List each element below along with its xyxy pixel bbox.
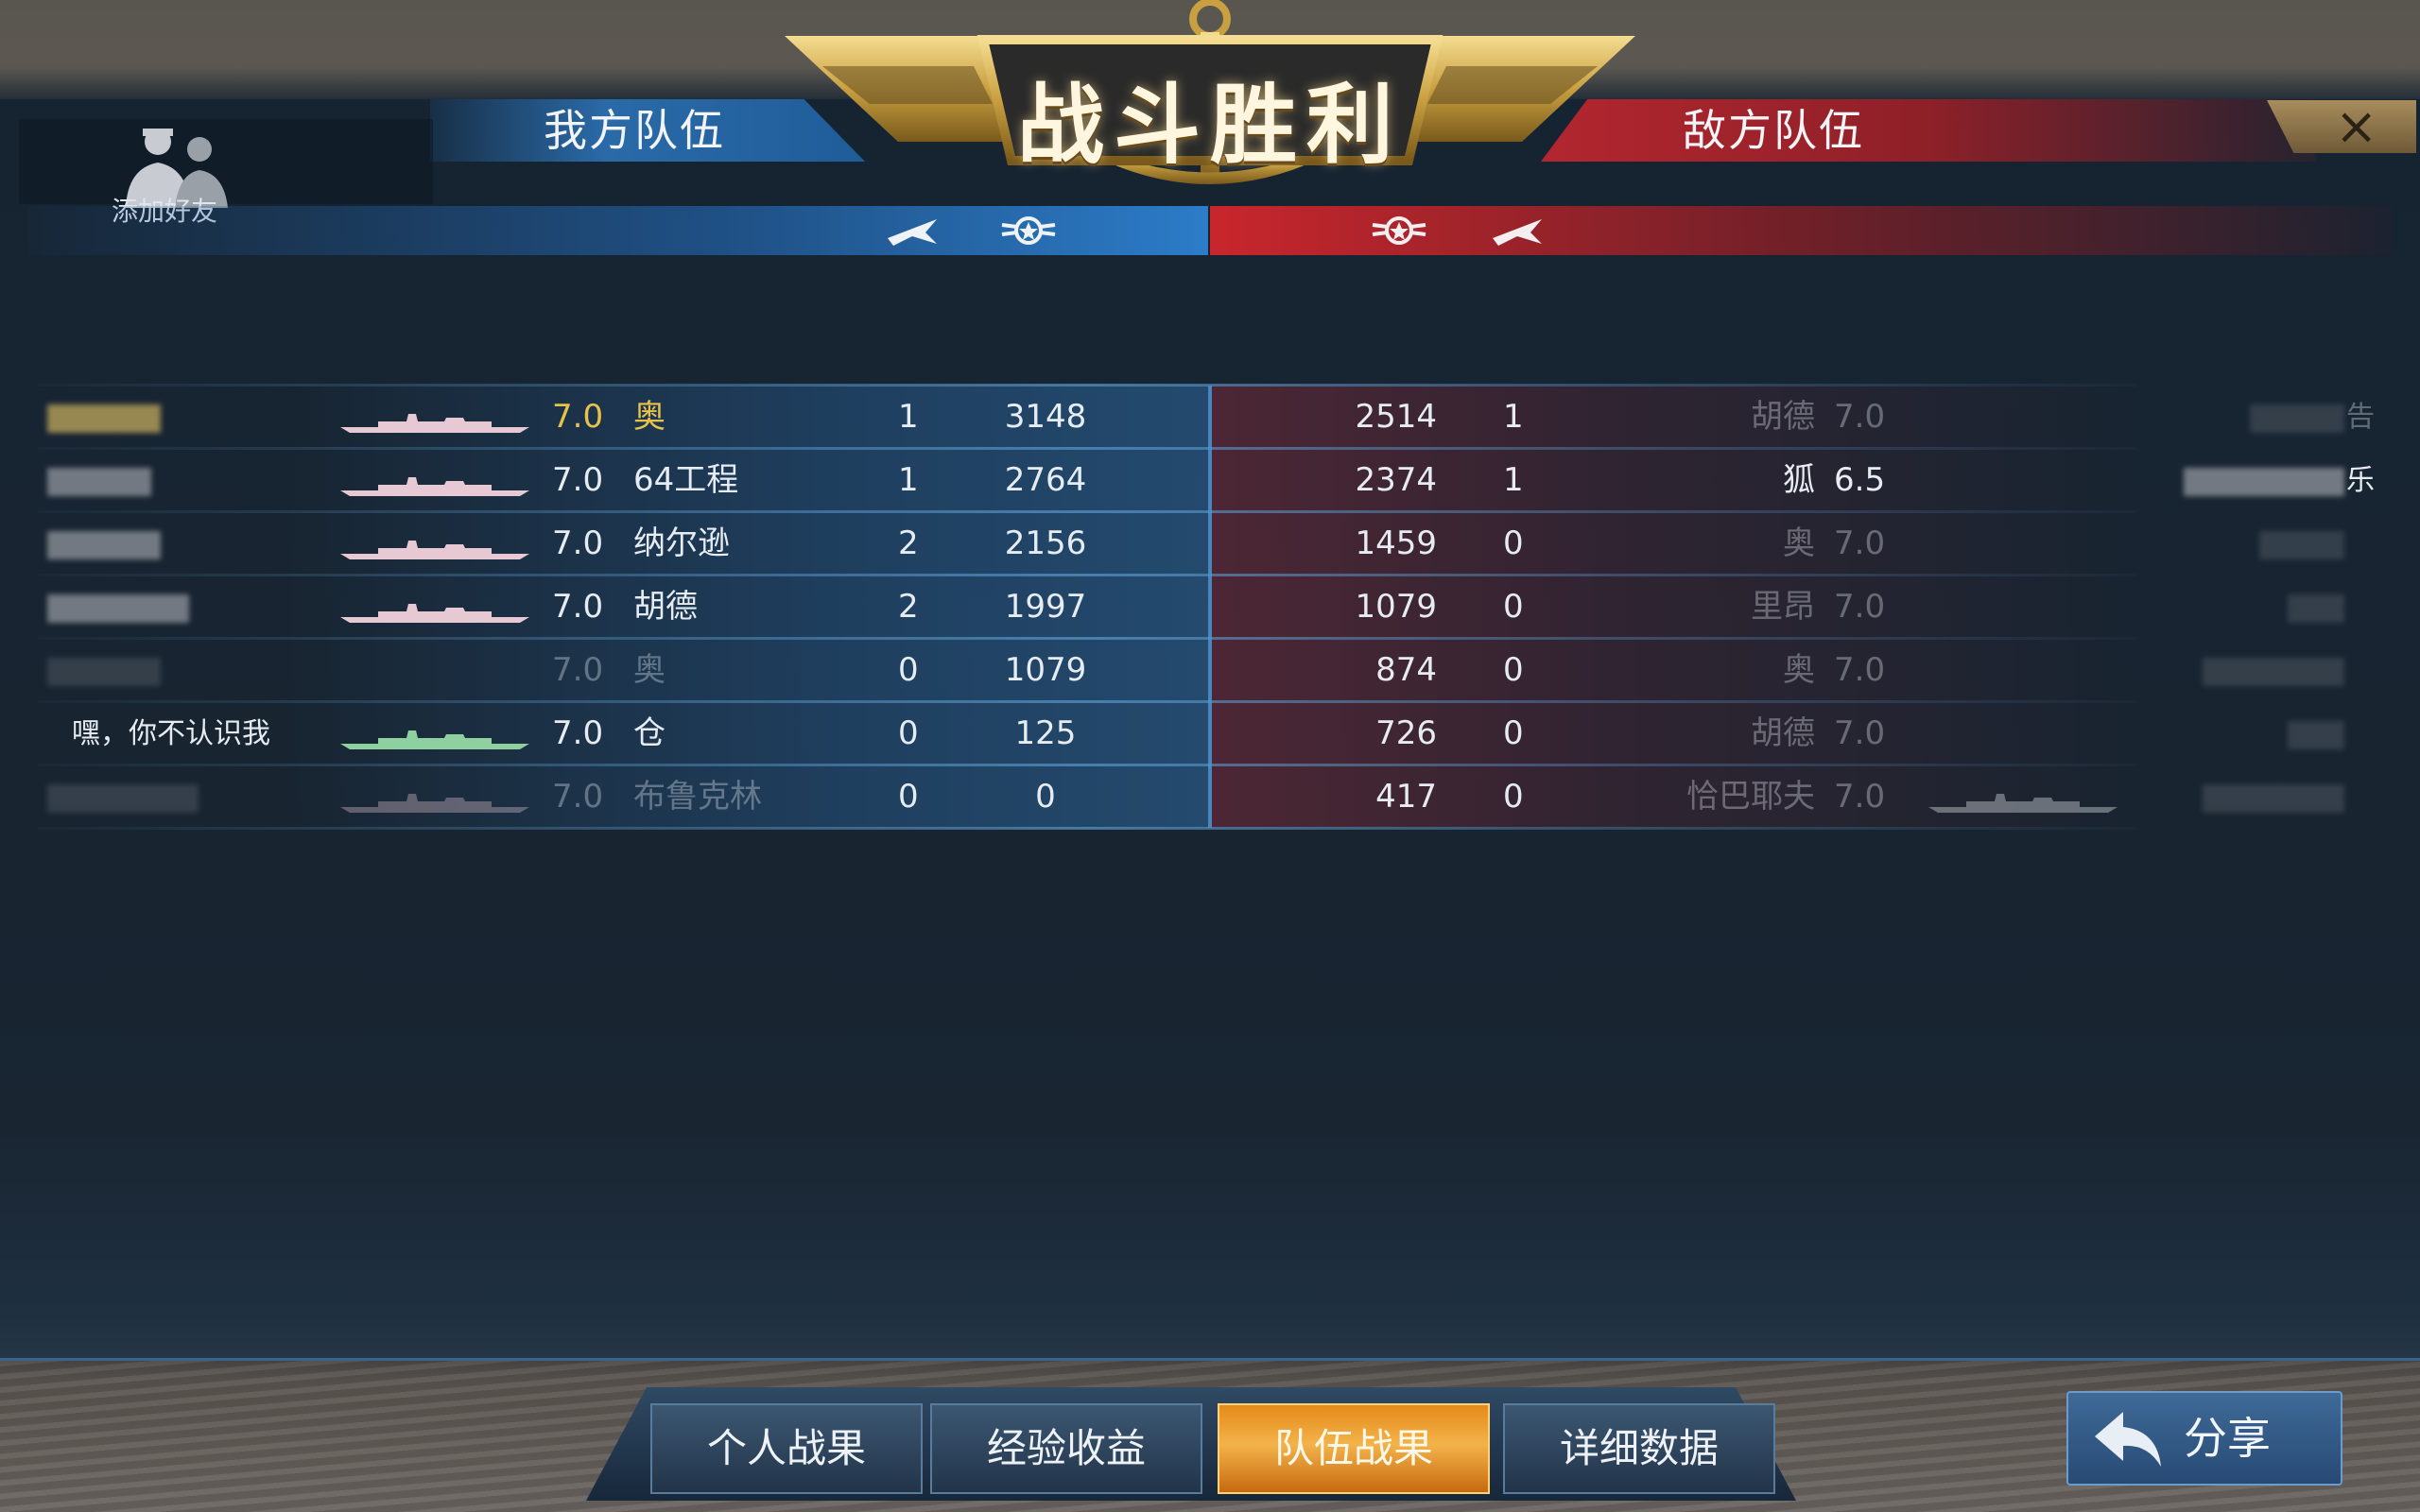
- enemy-name-redacted: [2259, 531, 2344, 559]
- enemy-team-title: 敌方队伍: [1683, 105, 1864, 156]
- enemy-kills-count: 1: [1503, 398, 1524, 436]
- enemy-team-header: [1541, 99, 2316, 162]
- enemy-ship-tier: 6.5: [1834, 461, 1886, 499]
- tab-personal-results[interactable]: 个人战果: [650, 1403, 923, 1494]
- enemy-player-row[interactable]: 417 0 恰巴耶夫 7.0: [38, 765, 2344, 829]
- enemy-kills-count: 0: [1503, 651, 1524, 689]
- score-emblem-icon: [1001, 216, 1056, 245]
- enemy-ship-tier: 7.0: [1834, 651, 1886, 689]
- enemy-score-value: 1459: [1355, 524, 1437, 562]
- enemy-kills-count: 0: [1503, 778, 1524, 816]
- enemy-ship-name: 奥: [1783, 524, 1815, 562]
- enemy-kills-plane-icon: [1493, 219, 1542, 246]
- enemy-ship-tier: 7.0: [1834, 588, 1886, 626]
- enemy-ship-name: 胡德: [1751, 714, 1815, 752]
- victory-title: 战斗胜利: [1016, 75, 1403, 176]
- share-label[interactable]: 分享: [2184, 1397, 2271, 1480]
- enemy-ship-name: 恰巴耶夫: [1686, 778, 1815, 816]
- enemy-player-row[interactable]: 2514 1 胡德 7.0 告: [38, 386, 2375, 449]
- enemy-ship-tier: 7.0: [1834, 398, 1886, 436]
- ship-silhouette-icon: [1928, 794, 2118, 813]
- enemy-kills-count: 0: [1503, 588, 1524, 626]
- ally-team-title: 我方队伍: [544, 105, 725, 156]
- enemy-ship-name: 奥: [1783, 651, 1815, 689]
- kills-plane-icon: [888, 219, 937, 246]
- enemy-name-redacted: [2184, 468, 2344, 496]
- enemy-score-value: 726: [1375, 714, 1437, 752]
- enemy-ship-name: 里昂: [1751, 588, 1815, 626]
- share-arrow-icon[interactable]: [2091, 1408, 2165, 1470]
- enemy-player-row[interactable]: 1459 0 奥 7.0: [38, 512, 2344, 576]
- enemy-name-redacted: [2203, 784, 2344, 813]
- enemy-kills-count: 0: [1503, 714, 1524, 752]
- enemy-kills-count: 1: [1503, 461, 1524, 499]
- enemy-ship-tier: 7.0: [1834, 524, 1886, 562]
- enemy-name-redacted: [2203, 658, 2344, 686]
- enemy-name-redacted: [2288, 594, 2344, 623]
- enemy-player-row[interactable]: 726 0 胡德 7.0: [38, 702, 2344, 765]
- tab-detailed-data[interactable]: 详细数据: [1503, 1403, 1775, 1494]
- tab-team-results[interactable]: 队伍战果: [1218, 1403, 1490, 1494]
- enemy-ship-tier: 7.0: [1834, 778, 1886, 816]
- enemy-score-value: 1079: [1355, 588, 1437, 626]
- tab-experience-gain[interactable]: 经验收益: [930, 1403, 1202, 1494]
- enemy-score-value: 417: [1375, 778, 1437, 816]
- enemy-score-value: 2374: [1355, 461, 1437, 499]
- enemy-ship-name: 胡德: [1751, 398, 1815, 436]
- panel-fade: [0, 1134, 2420, 1361]
- enemy-score-emblem-icon: [1372, 216, 1426, 245]
- enemy-player-row[interactable]: 2374 1 狐 6.5 乐: [38, 449, 2375, 512]
- enemy-name-redacted: [2250, 404, 2344, 433]
- enemy-ship-name: 狐: [1783, 461, 1815, 499]
- enemy-player-row[interactable]: 1079 0 里昂 7.0: [38, 576, 2344, 639]
- enemy-player-row[interactable]: 874 0 奥 7.0: [38, 639, 2344, 702]
- enemy-kills-count: 0: [1503, 524, 1524, 562]
- enemy-score-value: 2514: [1355, 398, 1437, 436]
- enemy-ship-tier: 7.0: [1834, 714, 1886, 752]
- close-icon[interactable]: ×: [2335, 98, 2377, 155]
- enemy-name-redacted: [2288, 721, 2344, 749]
- enemy-player-name: 乐: [2346, 464, 2375, 497]
- enemy-player-name: 告: [2346, 401, 2375, 434]
- enemy-score-value: 874: [1375, 651, 1437, 689]
